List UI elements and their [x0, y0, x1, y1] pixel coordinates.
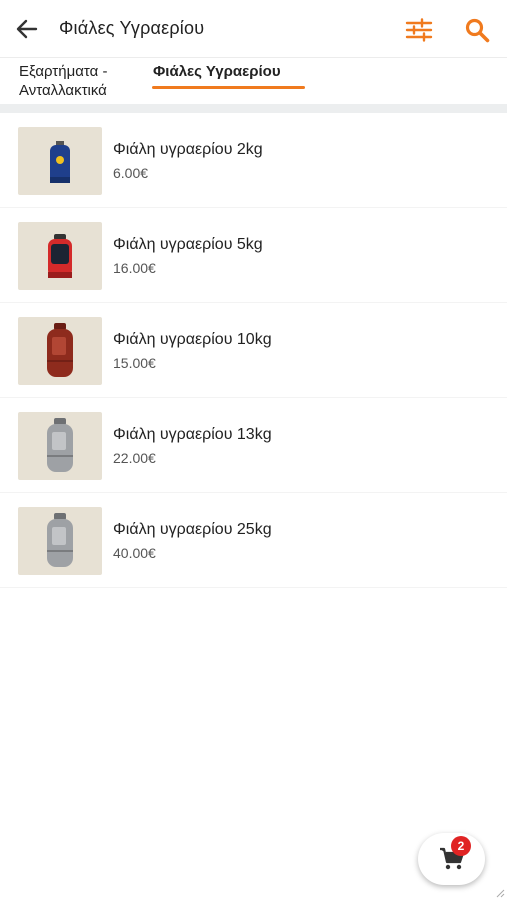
- product-name: Φιάλη υγραερίου 25kg: [113, 521, 272, 538]
- resize-grip-icon: [496, 889, 505, 898]
- product-name: Φιάλη υγραερίου 2kg: [113, 141, 263, 158]
- list-item[interactable]: Φιάλη υγραερίου 25kg 40.00€: [0, 493, 507, 588]
- cart-count-badge: 2: [451, 836, 471, 856]
- product-price: 15.00€: [113, 355, 156, 371]
- list-item[interactable]: Φιάλη υγραερίου 5kg 16.00€: [0, 208, 507, 303]
- product-price: 40.00€: [113, 545, 156, 561]
- product-image-grey-composite-gas-bottle: [18, 412, 102, 480]
- product-price: 16.00€: [113, 260, 156, 276]
- product-image-grey-composite-gas-bottle: [18, 507, 102, 575]
- arrow-left-icon[interactable]: [14, 17, 40, 41]
- product-name: Φιάλη υγραερίου 5kg: [113, 236, 263, 253]
- tab-accessories[interactable]: Εξαρτήματα - Ανταλλακτικά: [19, 62, 139, 100]
- product-name: Φιάλη υγραερίου 10kg: [113, 331, 272, 348]
- product-image-red-gas-bottle: [18, 222, 102, 290]
- product-image-blue-gas-bottle: [18, 127, 102, 195]
- tab-gas-bottles[interactable]: Φιάλες Υγραερίου: [153, 62, 281, 81]
- product-image-red-composite-gas-bottle: [18, 317, 102, 385]
- list-item[interactable]: Φιάλη υγραερίου 13kg 22.00€: [0, 398, 507, 493]
- product-name: Φιάλη υγραερίου 13kg: [113, 426, 272, 443]
- category-tabs: Εξαρτήματα - Ανταλλακτικά Φιάλες Υγραερί…: [0, 58, 507, 104]
- product-price: 6.00€: [113, 165, 149, 181]
- tab-selected-indicator: [152, 86, 305, 89]
- search-icon[interactable]: [464, 17, 490, 43]
- section-divider: [0, 104, 507, 113]
- product-price: 22.00€: [113, 450, 156, 466]
- list-item[interactable]: Φιάλη υγραερίου 2kg 6.00€: [0, 113, 507, 208]
- list-item[interactable]: Φιάλη υγραερίου 10kg 15.00€: [0, 303, 507, 398]
- app-bar: Φιάλες Υγραερίου: [0, 0, 507, 58]
- page-title: Φιάλες Υγραερίου: [59, 18, 205, 38]
- product-list: Φιάλη υγραερίου 2kg 6.00€ Φιάλη υγραερίο…: [0, 113, 507, 588]
- cart-button[interactable]: 2: [418, 833, 485, 885]
- sliders-icon[interactable]: [405, 18, 433, 42]
